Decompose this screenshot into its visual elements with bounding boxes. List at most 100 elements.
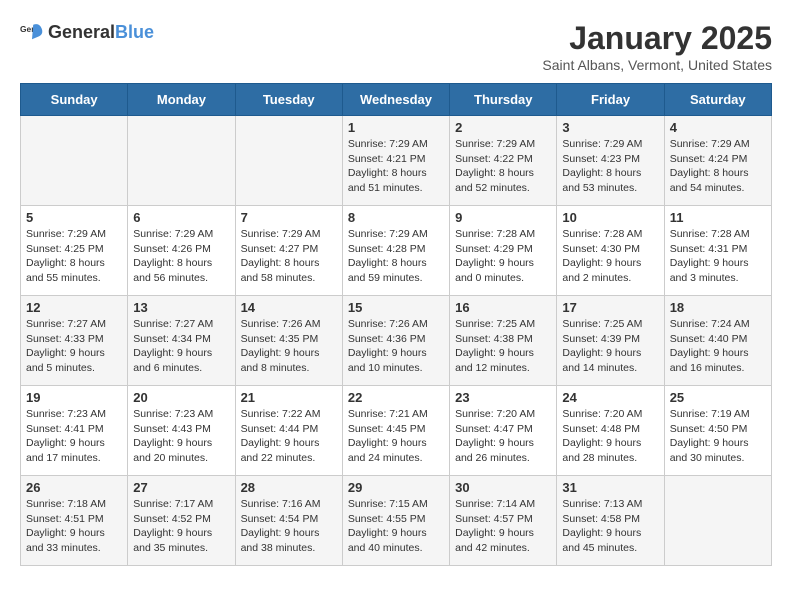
day-number: 11 [670,210,766,225]
day-number: 20 [133,390,229,405]
calendar-empty-cell [128,116,235,206]
calendar-day-23: 23 Sunrise: 7:20 AMSunset: 4:47 PMDayligh… [450,386,557,476]
day-info: Sunrise: 7:28 AMSunset: 4:29 PMDaylight:… [455,227,551,286]
day-info: Sunrise: 7:20 AMSunset: 4:47 PMDaylight:… [455,407,551,466]
calendar-day-8: 8Sunrise: 7:29 AMSunset: 4:28 PMDaylight… [342,206,449,296]
day-info: Sunrise: 7:14 AMSunset: 4:57 PMDaylight:… [455,497,551,556]
weekday-header-thursday: Thursday [450,84,557,116]
day-info: Sunrise: 7:29 AMSunset: 4:26 PMDaylight:… [133,227,229,286]
page-header: Gen GeneralBlue January 2025 Saint Alban… [20,20,772,73]
calendar-day-19: 19Sunrise: 7:23 AMSunset: 4:41 PMDayligh… [21,386,128,476]
calendar-day-29: 29Sunrise: 7:15 AMSunset: 4:55 PMDayligh… [342,476,449,566]
day-number: 13 [133,300,229,315]
day-info: Sunrise: 7:29 AMSunset: 4:28 PMDaylight:… [348,227,444,286]
logo-icon: Gen [20,20,44,44]
calendar-week-row: 5Sunrise: 7:29 AMSunset: 4:25 PMDaylight… [21,206,772,296]
day-info: Sunrise: 7:22 AMSunset: 4:44 PMDaylight:… [241,407,337,466]
day-number: 18 [670,300,766,315]
calendar-day-9: 9Sunrise: 7:28 AMSunset: 4:29 PMDaylight… [450,206,557,296]
logo-text: General [48,22,115,42]
day-number: 24 [562,390,658,405]
calendar-week-row: 26 Sunrise: 7:18 AMSunset: 4:51 PMDayligh… [21,476,772,566]
weekday-header-saturday: Saturday [664,84,771,116]
calendar-day-24: 24 Sunrise: 7:20 AMSunset: 4:48 PMDayligh… [557,386,664,476]
calendar-day-20: 20Sunrise: 7:23 AMSunset: 4:43 PMDayligh… [128,386,235,476]
calendar-subtitle: Saint Albans, Vermont, United States [542,57,772,73]
weekday-header-tuesday: Tuesday [235,84,342,116]
day-info: Sunrise: 7:29 AMSunset: 4:22 PMDaylight:… [455,137,551,196]
calendar-empty-cell [21,116,128,206]
logo: Gen GeneralBlue [20,20,154,44]
day-number: 15 [348,300,444,315]
day-number: 21 [241,390,337,405]
calendar-title: January 2025 [542,20,772,57]
day-info: Sunrise: 7:29 AMSunset: 4:21 PMDaylight:… [348,137,444,196]
calendar-week-row: 12Sunrise: 7:27 AMSunset: 4:33 PMDayligh… [21,296,772,386]
day-number: 3 [562,120,658,135]
logo-blue-text: Blue [115,22,154,42]
calendar-day-28: 28Sunrise: 7:16 AMSunset: 4:54 PMDayligh… [235,476,342,566]
calendar-day-6: 6 Sunrise: 7:29 AMSunset: 4:26 PMDaylight… [128,206,235,296]
day-number: 27 [133,480,229,495]
day-info: Sunrise: 7:21 AMSunset: 4:45 PMDaylight:… [348,407,444,466]
calendar-day-1: 1Sunrise: 7:29 AMSunset: 4:21 PMDaylight… [342,116,449,206]
calendar-day-15: 15 Sunrise: 7:26 AMSunset: 4:36 PMDayligh… [342,296,449,386]
calendar-day-14: 14 Sunrise: 7:26 AMSunset: 4:35 PMDayligh… [235,296,342,386]
calendar-body: 1Sunrise: 7:29 AMSunset: 4:21 PMDaylight… [21,116,772,566]
day-number: 26 [26,480,122,495]
calendar-day-10: 10 Sunrise: 7:28 AMSunset: 4:30 PMDayligh… [557,206,664,296]
day-info: Sunrise: 7:25 AMSunset: 4:39 PMDaylight:… [562,317,658,376]
day-number: 30 [455,480,551,495]
calendar-day-5: 5Sunrise: 7:29 AMSunset: 4:25 PMDaylight… [21,206,128,296]
day-info: Sunrise: 7:16 AMSunset: 4:54 PMDaylight:… [241,497,337,556]
day-info: Sunrise: 7:18 AMSunset: 4:51 PMDaylight:… [26,497,122,556]
day-number: 31 [562,480,658,495]
calendar-day-12: 12Sunrise: 7:27 AMSunset: 4:33 PMDayligh… [21,296,128,386]
day-info: Sunrise: 7:26 AMSunset: 4:36 PMDaylight:… [348,317,444,376]
calendar-table: SundayMondayTuesdayWednesdayThursdayFrid… [20,83,772,566]
day-number: 25 [670,390,766,405]
calendar-day-16: 16Sunrise: 7:25 AMSunset: 4:38 PMDayligh… [450,296,557,386]
calendar-day-4: 4 Sunrise: 7:29 AMSunset: 4:24 PMDaylight… [664,116,771,206]
day-number: 16 [455,300,551,315]
day-number: 6 [133,210,229,225]
day-info: Sunrise: 7:20 AMSunset: 4:48 PMDaylight:… [562,407,658,466]
day-number: 22 [348,390,444,405]
calendar-day-27: 27 Sunrise: 7:17 AMSunset: 4:52 PMDayligh… [128,476,235,566]
calendar-day-18: 18Sunrise: 7:24 AMSunset: 4:40 PMDayligh… [664,296,771,386]
day-info: Sunrise: 7:29 AMSunset: 4:23 PMDaylight:… [562,137,658,196]
weekday-header-monday: Monday [128,84,235,116]
day-info: Sunrise: 7:28 AMSunset: 4:30 PMDaylight:… [562,227,658,286]
day-number: 23 [455,390,551,405]
day-info: Sunrise: 7:27 AMSunset: 4:33 PMDaylight:… [26,317,122,376]
day-info: Sunrise: 7:26 AMSunset: 4:35 PMDaylight:… [241,317,337,376]
day-number: 2 [455,120,551,135]
calendar-day-31: 31 Sunrise: 7:13 AMSunset: 4:58 PMDayligh… [557,476,664,566]
calendar-day-7: 7Sunrise: 7:29 AMSunset: 4:27 PMDaylight… [235,206,342,296]
day-info: Sunrise: 7:19 AMSunset: 4:50 PMDaylight:… [670,407,766,466]
calendar-day-13: 13 Sunrise: 7:27 AMSunset: 4:34 PMDayligh… [128,296,235,386]
weekday-header-sunday: Sunday [21,84,128,116]
day-info: Sunrise: 7:13 AMSunset: 4:58 PMDaylight:… [562,497,658,556]
calendar-empty-cell [664,476,771,566]
calendar-day-22: 22 Sunrise: 7:21 AMSunset: 4:45 PMDayligh… [342,386,449,476]
calendar-day-30: 30 Sunrise: 7:14 AMSunset: 4:57 PMDayligh… [450,476,557,566]
day-number: 14 [241,300,337,315]
day-number: 17 [562,300,658,315]
calendar-day-25: 25 Sunrise: 7:19 AMSunset: 4:50 PMDayligh… [664,386,771,476]
day-info: Sunrise: 7:29 AMSunset: 4:27 PMDaylight:… [241,227,337,286]
calendar-day-2: 2 Sunrise: 7:29 AMSunset: 4:22 PMDaylight… [450,116,557,206]
calendar-day-17: 17 Sunrise: 7:25 AMSunset: 4:39 PMDayligh… [557,296,664,386]
calendar-day-21: 21 Sunrise: 7:22 AMSunset: 4:44 PMDayligh… [235,386,342,476]
day-number: 4 [670,120,766,135]
calendar-week-row: 19Sunrise: 7:23 AMSunset: 4:41 PMDayligh… [21,386,772,476]
calendar-day-3: 3 Sunrise: 7:29 AMSunset: 4:23 PMDaylight… [557,116,664,206]
weekday-header-wednesday: Wednesday [342,84,449,116]
day-info: Sunrise: 7:28 AMSunset: 4:31 PMDaylight:… [670,227,766,286]
day-info: Sunrise: 7:17 AMSunset: 4:52 PMDaylight:… [133,497,229,556]
day-info: Sunrise: 7:27 AMSunset: 4:34 PMDaylight:… [133,317,229,376]
day-info: Sunrise: 7:29 AMSunset: 4:24 PMDaylight:… [670,137,766,196]
day-number: 10 [562,210,658,225]
calendar-header: SundayMondayTuesdayWednesdayThursdayFrid… [21,84,772,116]
day-info: Sunrise: 7:23 AMSunset: 4:41 PMDaylight:… [26,407,122,466]
